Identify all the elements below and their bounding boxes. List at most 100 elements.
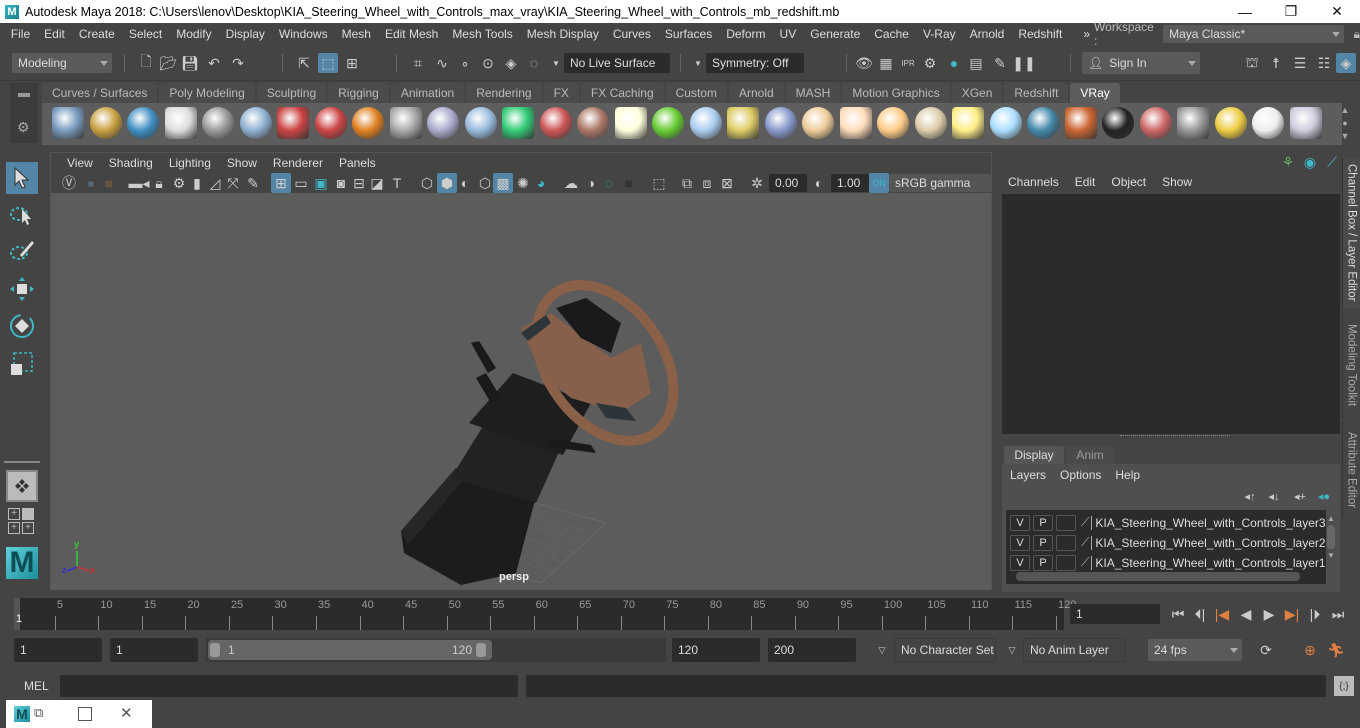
viewport-menu-shading[interactable]: Shading — [101, 156, 161, 170]
paint-select-tool-icon[interactable] — [6, 235, 38, 267]
scale-tool-icon[interactable] — [6, 347, 38, 379]
2d-pan-zoom-icon[interactable]: ⤧ — [223, 173, 243, 193]
snap-view-plane-icon[interactable]: ⊙ — [478, 53, 498, 73]
shadows-icon[interactable]: ◕ — [531, 173, 551, 193]
xray-components-icon[interactable]: ⊠ — [717, 173, 737, 193]
layer-visibility-toggle[interactable]: V — [1010, 514, 1030, 531]
character-controls-icon[interactable]: ☨ — [1266, 53, 1286, 73]
list-icon[interactable] — [127, 107, 159, 139]
vray-material-icon[interactable] — [314, 107, 347, 139]
vray-sphere-light-icon[interactable] — [239, 107, 272, 139]
attribute-editor-icon[interactable]: ☰ — [1290, 53, 1310, 73]
menu-surfaces[interactable]: Surfaces — [658, 27, 719, 41]
menu-arnold[interactable]: Arnold — [963, 27, 1012, 41]
close-icon[interactable]: ✕ — [120, 704, 133, 722]
vray-settings-icon[interactable] — [1177, 107, 1209, 139]
script-editor-icon[interactable]: {;} — [1334, 676, 1354, 696]
channel-menu-channels[interactable]: Channels — [1000, 175, 1067, 189]
menu-file[interactable]: File — [4, 27, 37, 41]
sphere-icon[interactable]: ● — [81, 173, 101, 193]
exposure-icon[interactable]: ✲ — [747, 173, 767, 193]
chevron-down-icon[interactable]: ▼ — [546, 53, 566, 73]
shelf-tab-vray[interactable]: VRay — [1070, 83, 1120, 103]
xray-joints-icon[interactable]: ⧈ — [697, 173, 717, 193]
pause-viewport-icon[interactable]: ❚❚ — [1012, 53, 1035, 73]
layer-row[interactable]: V P ⟋ KIA_Steering_Wheel_with_Controls_l… — [1010, 513, 1328, 532]
maximize-icon[interactable] — [78, 707, 92, 721]
command-input[interactable] — [60, 675, 518, 697]
menu-set-dropdown[interactable]: Modeling — [12, 53, 112, 73]
animation-preferences-icon[interactable]: 🏃︎ — [1326, 640, 1346, 660]
field-chart-icon[interactable]: ⊟ — [349, 173, 369, 193]
snap-grid-icon[interactable]: ⌗ — [408, 53, 428, 73]
light-editor-icon[interactable]: ✎ — [990, 53, 1010, 73]
menu-overflow-button[interactable]: » — [1069, 27, 1092, 41]
lock-icon[interactable]: 🔒︎ — [1354, 27, 1360, 42]
four-view-layout-icon[interactable]: + + + — [8, 508, 36, 536]
channel-menu-show[interactable]: Show — [1154, 175, 1200, 189]
ipr-render-icon[interactable]: IPR — [898, 53, 918, 73]
snap-point-icon[interactable]: ∘ — [455, 53, 475, 73]
layer-display-type-toggle[interactable] — [1056, 534, 1076, 551]
default-material-icon[interactable]: ◐ — [455, 173, 475, 193]
viewport-menu-view[interactable]: View — [59, 156, 101, 170]
vray-spot-icon[interactable] — [839, 107, 872, 139]
menu-mesh-tools[interactable]: Mesh Tools — [445, 27, 519, 41]
menu-edit[interactable]: Edit — [37, 27, 72, 41]
layer-color-icon[interactable]: ⟋ — [1081, 515, 1089, 530]
step-back-frame-icon[interactable]: ⏴| — [1190, 604, 1210, 624]
vray-camera-icon[interactable] — [277, 107, 309, 139]
range-start-handle[interactable] — [210, 643, 220, 657]
safe-title-icon[interactable]: T — [387, 173, 407, 193]
channel-box-toggle-icon[interactable]: ⚘ — [1278, 152, 1298, 172]
menu-modify[interactable]: Modify — [169, 27, 218, 41]
panel-resize-handle[interactable] — [1120, 435, 1230, 437]
save-scene-icon[interactable]: 💾︎ — [180, 53, 200, 73]
shelf-tab-poly-modeling[interactable]: Poly Modeling — [159, 83, 255, 103]
color-management-toggle-icon[interactable]: ON — [869, 173, 889, 193]
shelf-tab-arnold[interactable]: Arnold — [728, 83, 784, 103]
vray-fur-icon[interactable] — [652, 107, 684, 139]
vray-cloud-icon[interactable] — [1252, 107, 1284, 139]
save-scene-icon[interactable] — [52, 107, 84, 139]
channel-box-icon[interactable]: ◈ — [1336, 53, 1356, 73]
lasso-tool-icon[interactable] — [6, 199, 38, 231]
layer-display-type-toggle[interactable] — [1056, 554, 1076, 571]
select-object-icon[interactable]: ⬚ — [318, 53, 338, 73]
gamma-field[interactable]: 1.00 — [831, 174, 869, 192]
snap-surface-icon[interactable]: ◈ — [501, 53, 521, 73]
chevron-down-icon[interactable]: ▼ — [688, 53, 708, 73]
shelf-scroll[interactable]: ▲ ● ▼ — [1338, 104, 1352, 144]
gate-mask-icon[interactable]: ◙ — [331, 173, 351, 193]
image-plane-icon[interactable]: ◿ — [205, 173, 225, 193]
viewport-menu-show[interactable]: Show — [219, 156, 265, 170]
side-tab-modeling-toolkit[interactable]: Modeling Toolkit — [1342, 312, 1360, 418]
undo-icon[interactable]: ↶ — [204, 53, 224, 73]
range-slider-bar[interactable]: 1 120 — [208, 640, 492, 660]
snap-curve-icon[interactable]: ∿ — [432, 53, 452, 73]
step-forward-frame-icon[interactable]: |⏵ — [1305, 604, 1325, 624]
live-surface-field[interactable]: No Live Surface — [564, 53, 670, 73]
camera-attributes-icon[interactable]: ⚙ — [169, 173, 189, 193]
open-scene-icon[interactable] — [89, 107, 122, 139]
layer-row[interactable]: V P ⟋ KIA_Steering_Wheel_with_Controls_l… — [1010, 553, 1328, 572]
shelf-tab-mash[interactable]: MASH — [785, 83, 841, 103]
vray-instancer-icon[interactable] — [689, 107, 722, 139]
render-frame-icon[interactable]: ▦ — [876, 53, 896, 73]
menu-create[interactable]: Create — [72, 27, 122, 41]
tool-settings-icon[interactable]: ☷ — [1314, 53, 1334, 73]
select-component-icon[interactable]: ⊞ — [342, 53, 362, 73]
anim-layer-dropdown[interactable]: No Anim Layer — [1023, 638, 1125, 662]
maximize-button[interactable]: ❐ — [1268, 0, 1314, 23]
use-all-lights-icon[interactable]: ✺ — [513, 173, 533, 193]
playback-end-field[interactable]: 120 — [672, 638, 760, 662]
side-tab-attribute-editor[interactable]: Attribute Editor — [1342, 422, 1360, 518]
menu-generate[interactable]: Generate — [803, 27, 867, 41]
vray-cone-light-icon[interactable] — [914, 107, 947, 139]
side-tab-channel-box[interactable]: Channel Box / Layer Editor — [1342, 158, 1360, 308]
go-to-end-icon[interactable]: ⏭ — [1328, 604, 1348, 624]
attribute-toggle-icon[interactable]: ◉ — [1300, 152, 1320, 172]
vray-texture-icon[interactable] — [577, 107, 609, 139]
layer-playback-toggle[interactable]: P — [1033, 554, 1053, 571]
gear-icon[interactable]: ⚙ — [17, 119, 30, 136]
